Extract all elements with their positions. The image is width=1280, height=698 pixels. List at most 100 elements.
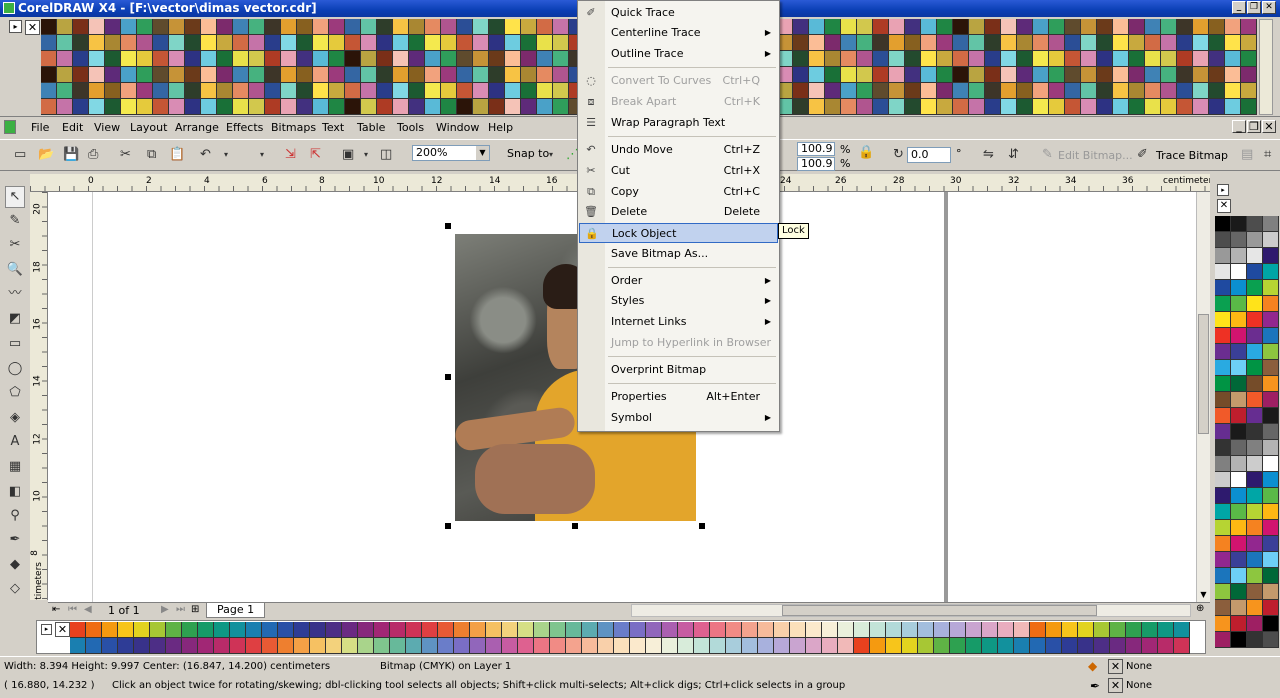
color-swatch[interactable] <box>233 99 249 115</box>
color-swatch[interactable] <box>73 67 89 83</box>
color-swatch[interactable] <box>966 638 982 654</box>
color-swatch[interactable] <box>998 622 1014 638</box>
color-swatch[interactable] <box>486 638 502 654</box>
color-swatch[interactable] <box>870 638 886 654</box>
color-swatch[interactable] <box>377 99 393 115</box>
color-swatch[interactable] <box>169 67 185 83</box>
prev-first-icon[interactable]: ⏮ <box>68 604 77 615</box>
color-swatch[interactable] <box>297 19 313 35</box>
color-swatch[interactable] <box>1263 520 1279 536</box>
color-swatch[interactable] <box>1062 638 1078 654</box>
color-swatch[interactable] <box>505 51 521 67</box>
color-swatch[interactable] <box>1174 622 1190 638</box>
color-swatch[interactable] <box>105 51 121 67</box>
menu-bitmaps[interactable]: Bitmaps <box>271 118 316 138</box>
color-swatch[interactable] <box>646 622 662 638</box>
color-swatch[interactable] <box>825 99 841 115</box>
menu-text[interactable]: Text <box>322 118 344 138</box>
color-swatch[interactable] <box>1065 67 1081 83</box>
color-swatch[interactable] <box>1145 19 1161 35</box>
color-swatch[interactable] <box>1145 83 1161 99</box>
last-page-icon[interactable]: ⏭ <box>176 604 185 615</box>
color-swatch[interactable] <box>1241 99 1257 115</box>
color-swatch[interactable] <box>1241 83 1257 99</box>
color-swatch[interactable] <box>1247 296 1263 312</box>
color-swatch[interactable] <box>710 622 726 638</box>
color-swatch[interactable] <box>1209 51 1225 67</box>
color-swatch[interactable] <box>969 35 985 51</box>
bottom-no-color-swatch[interactable]: ✕ <box>55 622 70 637</box>
color-swatch[interactable] <box>774 622 790 638</box>
color-swatch[interactable] <box>1263 568 1279 584</box>
color-swatch[interactable] <box>1215 616 1231 632</box>
color-swatch[interactable] <box>537 19 553 35</box>
color-swatch[interactable] <box>1017 51 1033 67</box>
color-swatch[interactable] <box>985 19 1001 35</box>
color-swatch[interactable] <box>614 622 630 638</box>
menu-item-cut[interactable]: ✂ Cut Ctrl+X <box>579 161 778 181</box>
color-swatch[interactable] <box>185 35 201 51</box>
color-swatch[interactable] <box>1049 51 1065 67</box>
menu-item-internet-links[interactable]: Internet Links ▶ <box>579 312 778 332</box>
color-swatch[interactable] <box>265 19 281 35</box>
color-swatch[interactable] <box>1247 440 1263 456</box>
color-swatch[interactable] <box>726 638 742 654</box>
color-swatch[interactable] <box>214 638 230 654</box>
color-swatch[interactable] <box>793 83 809 99</box>
color-swatch[interactable] <box>246 638 262 654</box>
color-swatch[interactable] <box>473 51 489 67</box>
color-swatch[interactable] <box>102 622 118 638</box>
color-swatch[interactable] <box>230 622 246 638</box>
color-swatch[interactable] <box>1231 312 1247 328</box>
color-swatch[interactable] <box>822 622 838 638</box>
color-swatch[interactable] <box>825 35 841 51</box>
color-swatch[interactable] <box>1081 19 1097 35</box>
color-swatch[interactable] <box>473 35 489 51</box>
color-swatch[interactable] <box>1263 584 1279 600</box>
color-swatch[interactable] <box>201 35 217 51</box>
color-swatch[interactable] <box>1263 632 1279 648</box>
color-swatch[interactable] <box>518 622 534 638</box>
color-swatch[interactable] <box>233 35 249 51</box>
color-swatch[interactable] <box>1097 35 1113 51</box>
edit-bitmap-button[interactable]: Edit Bitmap... <box>1058 149 1133 162</box>
color-swatch[interactable] <box>201 67 217 83</box>
color-swatch[interactable] <box>1129 51 1145 67</box>
color-swatch[interactable] <box>553 19 569 35</box>
color-swatch[interactable] <box>841 35 857 51</box>
color-swatch[interactable] <box>182 638 198 654</box>
color-swatch[interactable] <box>1231 552 1247 568</box>
color-swatch[interactable] <box>1247 600 1263 616</box>
zoom-level-select[interactable]: 200% ▼ <box>412 145 490 161</box>
menu-item-overprint-bitmap[interactable]: Overprint Bitmap <box>579 360 778 380</box>
color-swatch[interactable] <box>953 51 969 67</box>
color-swatch[interactable] <box>921 83 937 99</box>
color-swatch[interactable] <box>409 83 425 99</box>
color-swatch[interactable] <box>1209 19 1225 35</box>
color-swatch[interactable] <box>105 19 121 35</box>
color-swatch[interactable] <box>1001 51 1017 67</box>
color-swatch[interactable] <box>553 51 569 67</box>
color-swatch[interactable] <box>1247 248 1263 264</box>
color-swatch[interactable] <box>1097 51 1113 67</box>
color-swatch[interactable] <box>934 622 950 638</box>
color-swatch[interactable] <box>1231 408 1247 424</box>
color-swatch[interactable] <box>169 83 185 99</box>
menu-item-break-apart[interactable]: ⧈ Break Apart Ctrl+K <box>579 92 778 112</box>
color-swatch[interactable] <box>409 19 425 35</box>
color-swatch[interactable] <box>1177 51 1193 67</box>
color-swatch[interactable] <box>70 622 86 638</box>
color-swatch[interactable] <box>662 638 678 654</box>
color-swatch[interactable] <box>1263 456 1279 472</box>
color-swatch[interactable] <box>521 19 537 35</box>
color-swatch[interactable] <box>1129 67 1145 83</box>
color-swatch[interactable] <box>121 19 137 35</box>
palette-scrollbar[interactable] <box>1259 19 1273 115</box>
color-swatch[interactable] <box>390 622 406 638</box>
color-swatch[interactable] <box>169 19 185 35</box>
color-swatch[interactable] <box>457 19 473 35</box>
color-swatch[interactable] <box>1145 51 1161 67</box>
paste-toolbar-icon[interactable]: 📋 <box>169 148 185 162</box>
color-swatch[interactable] <box>825 19 841 35</box>
color-swatch[interactable] <box>1001 83 1017 99</box>
